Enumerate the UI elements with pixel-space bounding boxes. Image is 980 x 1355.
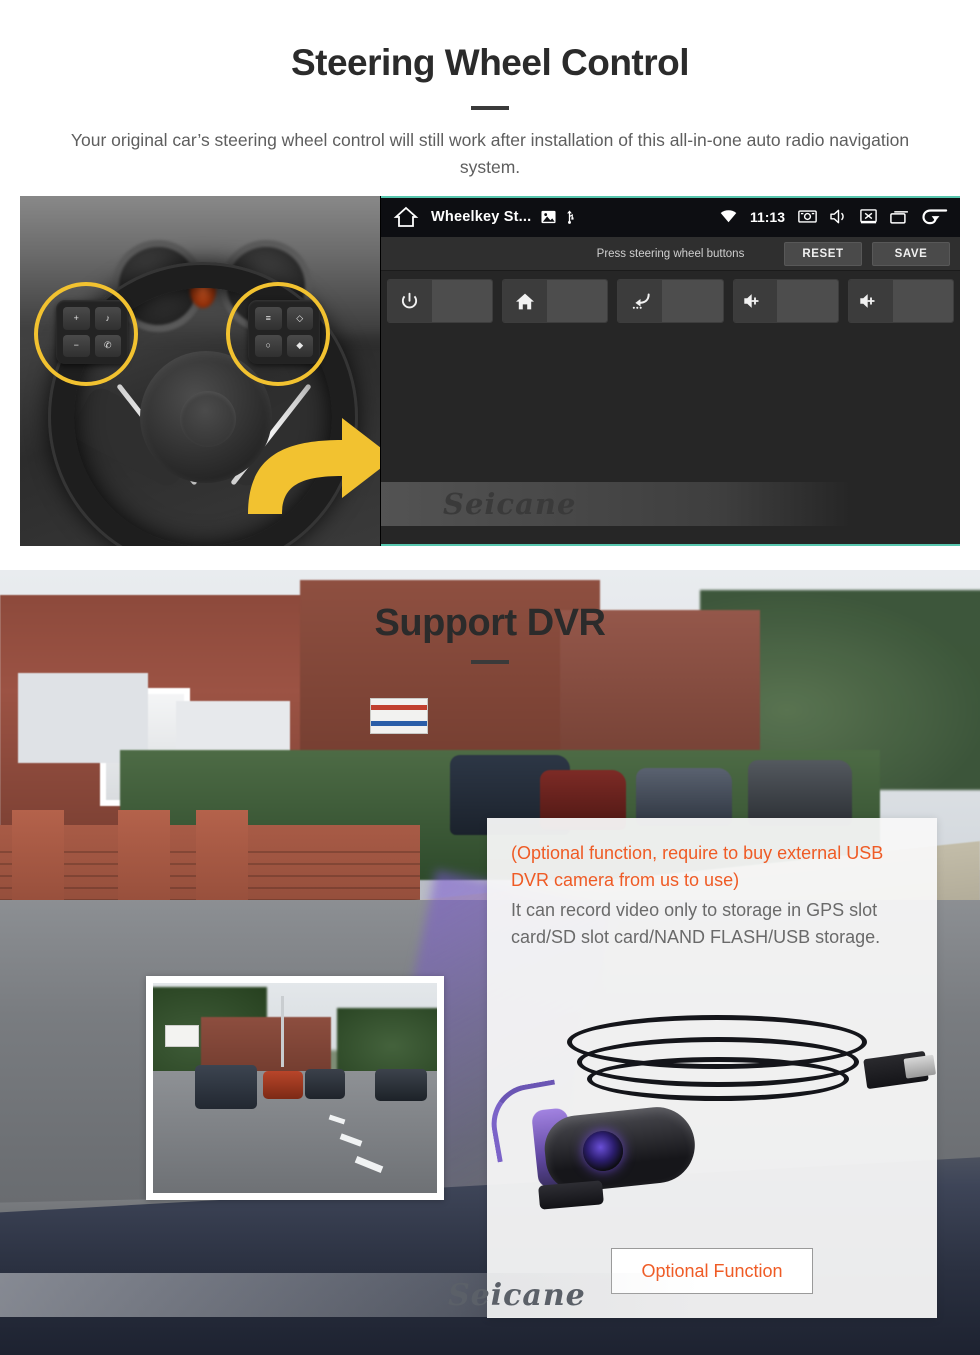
parked-car [748, 760, 852, 826]
key-tile-volume-up-2[interactable] [847, 279, 955, 323]
display-off-icon[interactable] [860, 209, 877, 224]
key-tile-row [387, 279, 955, 323]
recents-icon[interactable] [890, 210, 909, 224]
key-tile-power[interactable] [387, 279, 494, 323]
preview-vehicle [263, 1070, 303, 1099]
home-icon [503, 280, 547, 322]
key-tile-volume-up-1[interactable] [732, 279, 839, 323]
dvr-title-divider [471, 660, 509, 664]
volume-up-icon [848, 280, 893, 322]
key-value-volume-up-2[interactable] [892, 280, 954, 322]
key-tile-back[interactable] [617, 279, 724, 323]
page-title: Steering Wheel Control [290, 42, 690, 83]
usb-icon [567, 210, 574, 224]
app-title: Wheelkey St... [431, 208, 532, 225]
key-mapping-area: Seicane [381, 271, 960, 546]
preview-vehicle [195, 1065, 257, 1109]
key-value-power[interactable] [431, 280, 493, 322]
screen-edge-top [381, 196, 960, 198]
back-arrow-icon[interactable] [922, 207, 948, 227]
steering-wheel-media-row: + ♪ − ✆ ≡ ◇ ○ ◆ Wheelkey St... 11:13 Pre… [20, 196, 960, 546]
usb-connector [863, 1050, 929, 1090]
camera-cable-loop [587, 1057, 849, 1101]
dvr-section-title: Support DVR [374, 602, 606, 644]
key-value-home[interactable] [546, 280, 608, 322]
for-sale-sign [370, 698, 428, 734]
android-status-bar: Wheelkey St... 11:13 [381, 196, 960, 237]
dvr-info-text: (Optional function, require to buy exter… [487, 818, 937, 951]
camera-mount-bracket [538, 1180, 604, 1210]
back-icon [618, 280, 663, 322]
key-value-back[interactable] [662, 280, 723, 322]
title-divider [471, 106, 509, 110]
dvr-info-panel: (Optional function, require to buy exter… [485, 818, 937, 1318]
wifi-icon [720, 210, 737, 223]
page-subtitle: Your original car’s steering wheel contr… [70, 130, 910, 178]
preview-vehicle [305, 1068, 345, 1099]
volume-icon[interactable] [830, 209, 847, 224]
volume-up-icon [733, 280, 778, 322]
screen-edge-bottom [381, 544, 960, 546]
key-tile-home[interactable] [502, 279, 609, 323]
key-value-volume-up-1[interactable] [777, 280, 838, 322]
save-button[interactable]: SAVE [872, 241, 950, 266]
head-unit-toolbar: Press steering wheel buttons RESET SAVE [381, 237, 960, 271]
watermark-text: Seicane [448, 1277, 586, 1313]
steering-wheel-control-section: Steering Wheel Control Your original car… [0, 0, 980, 570]
highlight-circle-left [34, 282, 138, 386]
head-unit-watermark: Seicane [381, 482, 851, 526]
highlight-circle-right [226, 282, 330, 386]
watermark-text: Seicane [443, 487, 577, 521]
head-unit-screen: Wheelkey St... 11:13 Press steering whee… [380, 196, 960, 546]
dvr-highlight-text: (Optional function, require to buy exter… [511, 843, 884, 891]
yellow-arrow-icon [248, 418, 380, 514]
dvr-body-text: It can record video only to storage in G… [511, 899, 881, 948]
screenshot-icon[interactable] [798, 209, 817, 224]
dashcam-preview-frame [146, 976, 444, 1200]
steering-wheel-photo: + ♪ − ✆ ≡ ◇ ○ ◆ [20, 196, 380, 546]
image-icon [541, 210, 556, 223]
support-dvr-section: Support DVR (Optional function, require … [0, 570, 980, 1355]
airbag-center [180, 391, 236, 447]
preview-lamp-post [281, 995, 284, 1067]
reset-button[interactable]: RESET [784, 241, 862, 266]
status-bar-clock: 11:13 [749, 208, 785, 225]
preview-vehicle [375, 1068, 427, 1101]
preview-street-sign [165, 1025, 199, 1047]
dvr-watermark: Seicane [0, 1273, 700, 1317]
usb-dvr-camera-image [485, 1003, 937, 1238]
home-icon[interactable] [393, 205, 419, 229]
power-icon [388, 280, 432, 322]
